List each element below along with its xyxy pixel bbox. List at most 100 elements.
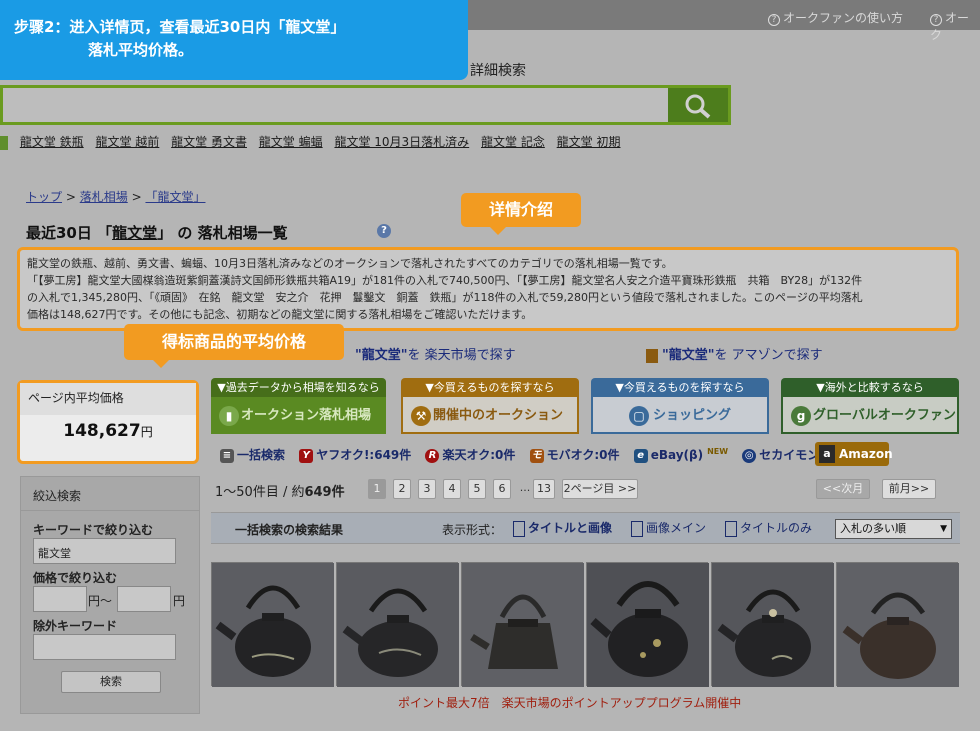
results-header: 一括検索の検索結果: [235, 523, 344, 537]
product-image[interactable]: [836, 562, 959, 687]
keyword-filter-input[interactable]: 龍文堂: [33, 538, 176, 564]
page-1[interactable]: 1: [368, 479, 386, 499]
price-max-input[interactable]: [117, 586, 171, 612]
bulk-search-link[interactable]: ≡ 一括検索: [220, 448, 285, 463]
view-option-label: 画像メイン: [646, 521, 707, 535]
keyword-link[interactable]: 龍文堂 10月3日落札済み: [334, 135, 469, 149]
kettle-image: [337, 563, 459, 687]
view-option-label: タイトルと画像: [528, 521, 613, 535]
panel-caption: ▼今買えるものを探すなら: [615, 381, 745, 394]
source-label: ヤフオク!:649件: [316, 448, 412, 462]
description-line: 価格は148,627円です。その他にも記念、初期などの龍文堂に関する落札相場をご…: [27, 308, 533, 321]
step-note-line1: 步骤2：进入详情页，查看最近30日内「龍文堂」: [14, 18, 346, 36]
exclude-filter-input[interactable]: [33, 634, 176, 660]
mobaoku-link[interactable]: モモバオク:0件: [529, 448, 620, 463]
avg-price-callout: 得标商品的平均价格: [124, 324, 344, 368]
help-link[interactable]: ? オークファンの使い方: [768, 9, 903, 26]
panel-shopping[interactable]: ▼今買えるものを探すなら ▢ ショッピング: [591, 378, 769, 434]
list-icon: ≡: [220, 448, 234, 463]
page-2[interactable]: 2: [393, 479, 411, 499]
page-5[interactable]: 5: [468, 479, 486, 499]
product-image[interactable]: [211, 562, 334, 687]
search-input[interactable]: [3, 88, 671, 122]
search-button[interactable]: [668, 88, 728, 122]
next-page-button[interactable]: 2ページ目 >>: [562, 479, 638, 499]
amazon-button-label: Amazon: [839, 447, 893, 461]
promo-text[interactable]: ポイント最大7倍 楽天市場のポイントアッププログラム開催中: [398, 694, 741, 711]
kettle-image: [587, 563, 709, 687]
view-option-label: タイトルのみ: [740, 521, 813, 535]
step-note-line2: 落札平均价格。: [88, 41, 194, 59]
view-title-only[interactable]: タイトルのみ: [725, 519, 812, 537]
hammer-icon: ⚒: [411, 406, 431, 426]
title-keyword[interactable]: 龍文堂: [112, 224, 157, 242]
keyword-link[interactable]: 龍文堂 勇文書: [171, 135, 247, 149]
ebay-link[interactable]: e eBay(β) NEW: [633, 447, 728, 463]
kettle-image: [462, 563, 584, 687]
page-6[interactable]: 6: [493, 479, 511, 499]
keyword-link[interactable]: 龍文堂 越前: [95, 135, 159, 149]
image-main-icon: [631, 520, 643, 537]
pagination-range: 1〜50件目 / 約: [215, 485, 305, 500]
amazon-button[interactable]: a Amazon: [815, 442, 893, 466]
rakuten-keyword: "龍文堂": [355, 348, 408, 363]
price-sep: 円〜: [88, 594, 113, 608]
sekaimon-link[interactable]: ◎ セカイモン: [742, 448, 819, 463]
kettle-image: [212, 563, 334, 687]
product-image[interactable]: [336, 562, 459, 687]
avg-price-box: ページ内平均価格 148,627円: [17, 380, 199, 464]
page-4[interactable]: 4: [443, 479, 461, 499]
product-image[interactable]: [586, 562, 709, 687]
results-bar: 一括検索の検索結果 表示形式： タイトルと画像 画像メイン タイトルのみ 入札の…: [211, 512, 960, 544]
view-image-main[interactable]: 画像メイン: [631, 519, 706, 537]
page-ellipsis: ...: [519, 481, 531, 494]
sekaimon-icon: ◎: [742, 448, 757, 463]
format-label: 表示形式：: [442, 523, 503, 537]
page-3[interactable]: 3: [418, 479, 436, 499]
keyword-link[interactable]: 龍文堂 蝙蝠: [259, 135, 323, 149]
next-month-button[interactable]: <<次月: [816, 479, 870, 499]
view-title-image[interactable]: タイトルと画像: [513, 519, 612, 537]
page-13[interactable]: 13: [533, 479, 555, 499]
panel-global[interactable]: ▼海外と比較するなら g グローバルオークファン: [781, 378, 959, 434]
pagination-summary: 1〜50件目 / 約649件: [215, 481, 345, 500]
source-label: eBay(β): [650, 448, 704, 462]
yahoo-icon: Y: [299, 448, 314, 463]
search-tab-detail[interactable]: 詳細検索: [470, 60, 526, 80]
page: { "step_note": {"line1": "步骤2：进入详情页，查看最近…: [0, 0, 980, 731]
rakuten-search-link[interactable]: "龍文堂"を 楽天市場で探す: [355, 344, 516, 363]
sort-select[interactable]: 入札の多い順: [835, 519, 952, 539]
breadcrumb-auction[interactable]: 落札相場: [80, 190, 128, 204]
help-icon[interactable]: ?: [377, 224, 391, 238]
account-link[interactable]: ? オーク: [930, 9, 980, 43]
price-min-input[interactable]: [33, 586, 87, 612]
panel-auction-history[interactable]: ▼過去データから相場を知るなら ▮ オークション落札相場: [211, 378, 386, 434]
product-image[interactable]: [461, 562, 584, 687]
rakuten-icon: R: [425, 448, 440, 463]
ebay-icon: e: [633, 448, 648, 463]
panel-caption: ▼海外と比較するなら: [816, 381, 924, 394]
title-prefix: 最近30日 「: [26, 224, 113, 242]
breadcrumb-current[interactable]: 「龍文堂」: [145, 190, 205, 204]
rakuten-link[interactable]: R 楽天オク:0件: [425, 448, 516, 463]
source-label: モバオク:0件: [546, 448, 620, 462]
avg-price-unit: 円: [140, 425, 153, 439]
yahoo-link[interactable]: Y ヤフオク!:649件: [299, 448, 412, 463]
description-line: 「【夢工房】龍文堂大國楳翁造斑紫銅蓋漢詩文国師形鉄瓶共箱A19」が181件の入札…: [27, 274, 863, 287]
amazon-search-link[interactable]: "龍文堂"を アマゾンで探す: [646, 344, 823, 363]
source-label: 楽天オク:0件: [442, 448, 516, 462]
breadcrumb-sep: >: [65, 190, 76, 204]
keyword-link[interactable]: 龍文堂 記念: [481, 135, 545, 149]
sidebar-title: 絞込検索: [21, 477, 199, 511]
description-box: 龍文堂の鉄瓶、越前、勇文書、蝙蝠、10月3日落札済みなどのオークションで落札され…: [17, 247, 959, 331]
breadcrumb-home[interactable]: トップ: [26, 190, 62, 204]
panel-live-auction[interactable]: ▼今買えるものを探すなら ⚒ 開催中のオークション: [401, 378, 579, 434]
product-image[interactable]: [711, 562, 834, 687]
panel-label: グローバルオークファン: [813, 408, 956, 423]
keyword-link[interactable]: 龍文堂 初期: [557, 135, 621, 149]
panel-caption: ▼今買えるものを探すなら: [425, 381, 555, 394]
rakuten-label: を 楽天市場で探す: [407, 348, 516, 363]
keyword-link[interactable]: 龍文堂 鉄瓶: [20, 135, 84, 149]
prev-month-button[interactable]: 前月>>: [882, 479, 936, 499]
filter-search-button[interactable]: 検索: [61, 671, 161, 693]
